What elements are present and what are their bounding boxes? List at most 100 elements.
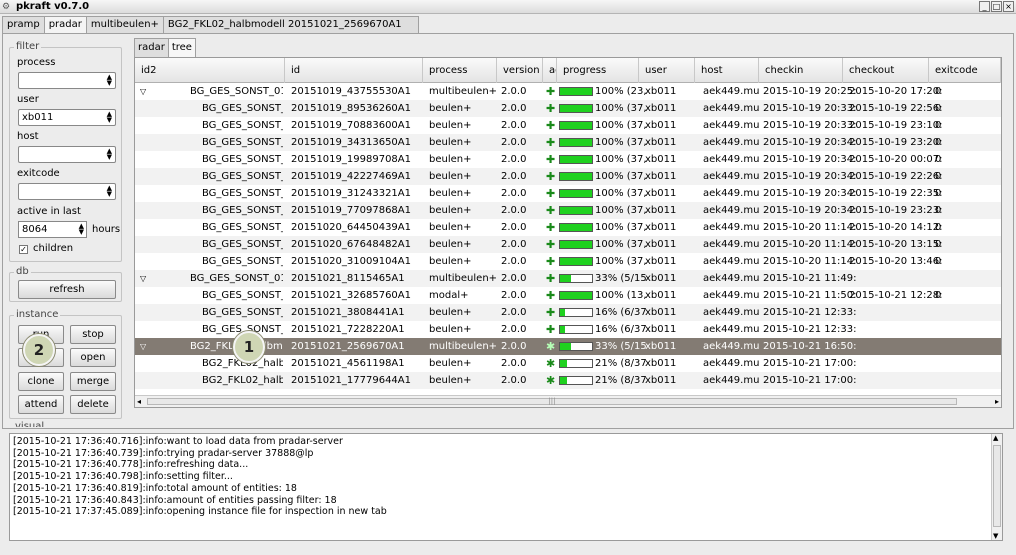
- scroll-down-icon[interactable]: ▼: [993, 532, 998, 540]
- table-row[interactable]: BG_GES_SONST_01' 20151020_31009104A1 beule…: [135, 253, 1001, 270]
- col-version[interactable]: version: [497, 58, 543, 83]
- cell-checkin: 2015-10-19 20:25:: [763, 86, 857, 97]
- expand-toggle-icon[interactable]: ▽: [140, 338, 150, 355]
- cell-exitcode: 0: [935, 222, 942, 233]
- scroll-right-icon[interactable]: ▸: [995, 396, 999, 407]
- db-group-label: db: [14, 266, 31, 278]
- table-row[interactable]: BG_GES_SONST_01' 20151021_3808441A1 beulen…: [135, 304, 1001, 321]
- refresh-button[interactable]: refresh: [18, 280, 116, 299]
- col-checkout[interactable]: checkout: [843, 58, 929, 83]
- table-row[interactable]: BG_GES_SONST_01' 20151020_64450439A1 beule…: [135, 219, 1001, 236]
- horizontal-scrollbar[interactable]: ◂ ||| ▸: [135, 395, 1001, 407]
- cell-checkout: 2015-10-19 22:56:: [849, 103, 943, 114]
- table-row[interactable]: BG2_FKL02_halbmo 20151021_17779644A1 beule…: [135, 372, 1001, 389]
- cell-host: aek449.mu: [703, 239, 760, 250]
- table-row[interactable]: ▽ BG_GES_SONST_01V0: 20151021_8115465A1 mul…: [135, 270, 1001, 287]
- open-button[interactable]: open: [70, 348, 116, 367]
- tab-pradar[interactable]: pradar: [43, 16, 87, 34]
- tab-multibeulen[interactable]: multibeulen+: [85, 16, 164, 33]
- col-exitcode[interactable]: exitcode: [929, 58, 1001, 83]
- table-row[interactable]: BG2_FKL02_halbmo20151021_4561198A1beulen…: [135, 355, 1001, 372]
- tab-tree[interactable]: tree: [167, 38, 196, 58]
- col-progress[interactable]: progress: [557, 58, 639, 83]
- table-row[interactable]: BG_GES_SONST_01' 20151019_34313650A1 beule…: [135, 134, 1001, 151]
- cell-exitcode: 0: [935, 239, 942, 250]
- user-select[interactable]: xb011 ▲ ▼: [18, 109, 116, 126]
- user-select-value: xb011: [22, 112, 54, 123]
- active-hours-spinner[interactable]: 8064 ▲ ▼: [18, 221, 87, 238]
- progress-fill: [560, 258, 592, 265]
- col-id2[interactable]: id2: [135, 58, 285, 83]
- table-row[interactable]: BG_GES_SONST_01'20151021_7228220A1beulen…: [135, 321, 1001, 338]
- cell-checkin: 2015-10-19 20:33:: [763, 120, 857, 131]
- col-process[interactable]: process: [423, 58, 497, 83]
- table-row[interactable]: BG_GES_SONST_01' 20151019_42227469A1 beule…: [135, 168, 1001, 185]
- active-icon: ✚: [546, 102, 556, 115]
- cell-id: 20151021_4561198A1: [291, 358, 405, 369]
- attend-button[interactable]: attend: [18, 395, 64, 414]
- cell-id: 20151021_3808441A1: [291, 307, 405, 318]
- cell-progress: 100% (37,: [595, 154, 647, 165]
- col-id[interactable]: id: [285, 58, 423, 83]
- table-row[interactable]: BG_GES_SONST_01' 20151019_70883600A1 beule…: [135, 117, 1001, 134]
- active-icon: ✚: [546, 323, 556, 336]
- host-select[interactable]: ▲ ▼: [18, 146, 116, 163]
- table-row[interactable]: BG_GES_SONST_01' 20151019_31243321A1 beule…: [135, 185, 1001, 202]
- children-checkbox[interactable]: ✓: [19, 245, 28, 254]
- clone-button[interactable]: clone: [18, 372, 64, 391]
- col-checkin[interactable]: checkin: [759, 58, 843, 83]
- cell-id2: BG_GES_SONST_01': [202, 188, 283, 199]
- cell-user: xb011: [645, 341, 677, 352]
- stop-button[interactable]: stop: [70, 325, 116, 344]
- delete-button[interactable]: delete: [70, 395, 116, 414]
- table-row[interactable]: ▽ BG_GES_SONST_01V0: 20151019_43755530A1 mu…: [135, 83, 1001, 100]
- cell-user: xb011: [645, 120, 677, 131]
- tab-radar[interactable]: radar: [134, 38, 169, 57]
- col-user[interactable]: user: [639, 58, 695, 83]
- cell-user: xb011: [645, 188, 677, 199]
- cell-process: beulen+: [429, 205, 472, 216]
- tree-table[interactable]: id2 id process version ac progress user …: [134, 57, 1002, 408]
- table-row[interactable]: BG_GES_SONST_01' 20151021_32685760A1 modal…: [135, 287, 1001, 304]
- progress-fill: [560, 377, 567, 384]
- cell-id: 20151021_32685760A1: [291, 290, 411, 301]
- vertical-scrollbar[interactable]: ▲ ▼: [991, 434, 1002, 540]
- progress-bar: [559, 155, 593, 164]
- table-row[interactable]: BG_GES_SONST_01' 20151019_77097868A1 beule…: [135, 202, 1001, 219]
- cell-progress: 100% (37,: [595, 222, 647, 233]
- process-select[interactable]: ▲ ▼: [18, 72, 116, 89]
- annotation-marker-1: 1: [233, 331, 265, 363]
- scroll-left-icon[interactable]: ◂: [137, 396, 141, 407]
- spinner-arrows-icon[interactable]: ▲ ▼: [79, 223, 84, 236]
- merge-button[interactable]: merge: [70, 372, 116, 391]
- table-row[interactable]: BG_GES_SONST_01' 20151020_67648482A1 beule…: [135, 236, 1001, 253]
- col-host[interactable]: host: [695, 58, 759, 83]
- exitcode-select[interactable]: ▲ ▼: [18, 183, 116, 200]
- scroll-up-icon[interactable]: ▲: [993, 434, 998, 442]
- progress-fill: [560, 88, 592, 95]
- cell-id2: BG_GES_SONST_01': [202, 205, 283, 216]
- cell-user: xb011: [645, 324, 677, 335]
- maximize-button[interactable]: □: [991, 1, 1002, 12]
- expand-toggle-icon[interactable]: ▽: [140, 83, 150, 100]
- progress-bar: [559, 376, 593, 385]
- tab-instance[interactable]: BG2_FKL02_halbmodell 20151021_2569670A1: [162, 16, 419, 33]
- close-button[interactable]: ×: [1003, 1, 1014, 12]
- progress-fill: [560, 190, 592, 197]
- minimize-button[interactable]: _: [979, 1, 990, 12]
- cell-exitcode: 0: [935, 188, 942, 199]
- cell-id: 20151019_42227469A1: [291, 171, 411, 182]
- children-label: children: [33, 243, 74, 254]
- cell-checkin: 2015-10-20 11:14:: [763, 239, 857, 250]
- table-row[interactable]: BG_GES_SONST_01' 20151019_19989708A1 beule…: [135, 151, 1001, 168]
- cell-host: aek449.mu: [703, 188, 760, 199]
- active-icon: ✚: [546, 119, 556, 132]
- expand-toggle-icon[interactable]: ▽: [140, 270, 150, 287]
- cell-user: xb011: [645, 290, 677, 301]
- scroll-thumb[interactable]: [993, 445, 1001, 527]
- tab-pramp[interactable]: pramp: [2, 16, 45, 33]
- col-ac[interactable]: ac: [543, 58, 557, 83]
- scroll-thumb[interactable]: |||: [147, 398, 957, 405]
- table-row[interactable]: BG_GES_SONST_01' 20151019_89536260A1 beule…: [135, 100, 1001, 117]
- sub-tab-bar: radar tree: [134, 38, 196, 58]
